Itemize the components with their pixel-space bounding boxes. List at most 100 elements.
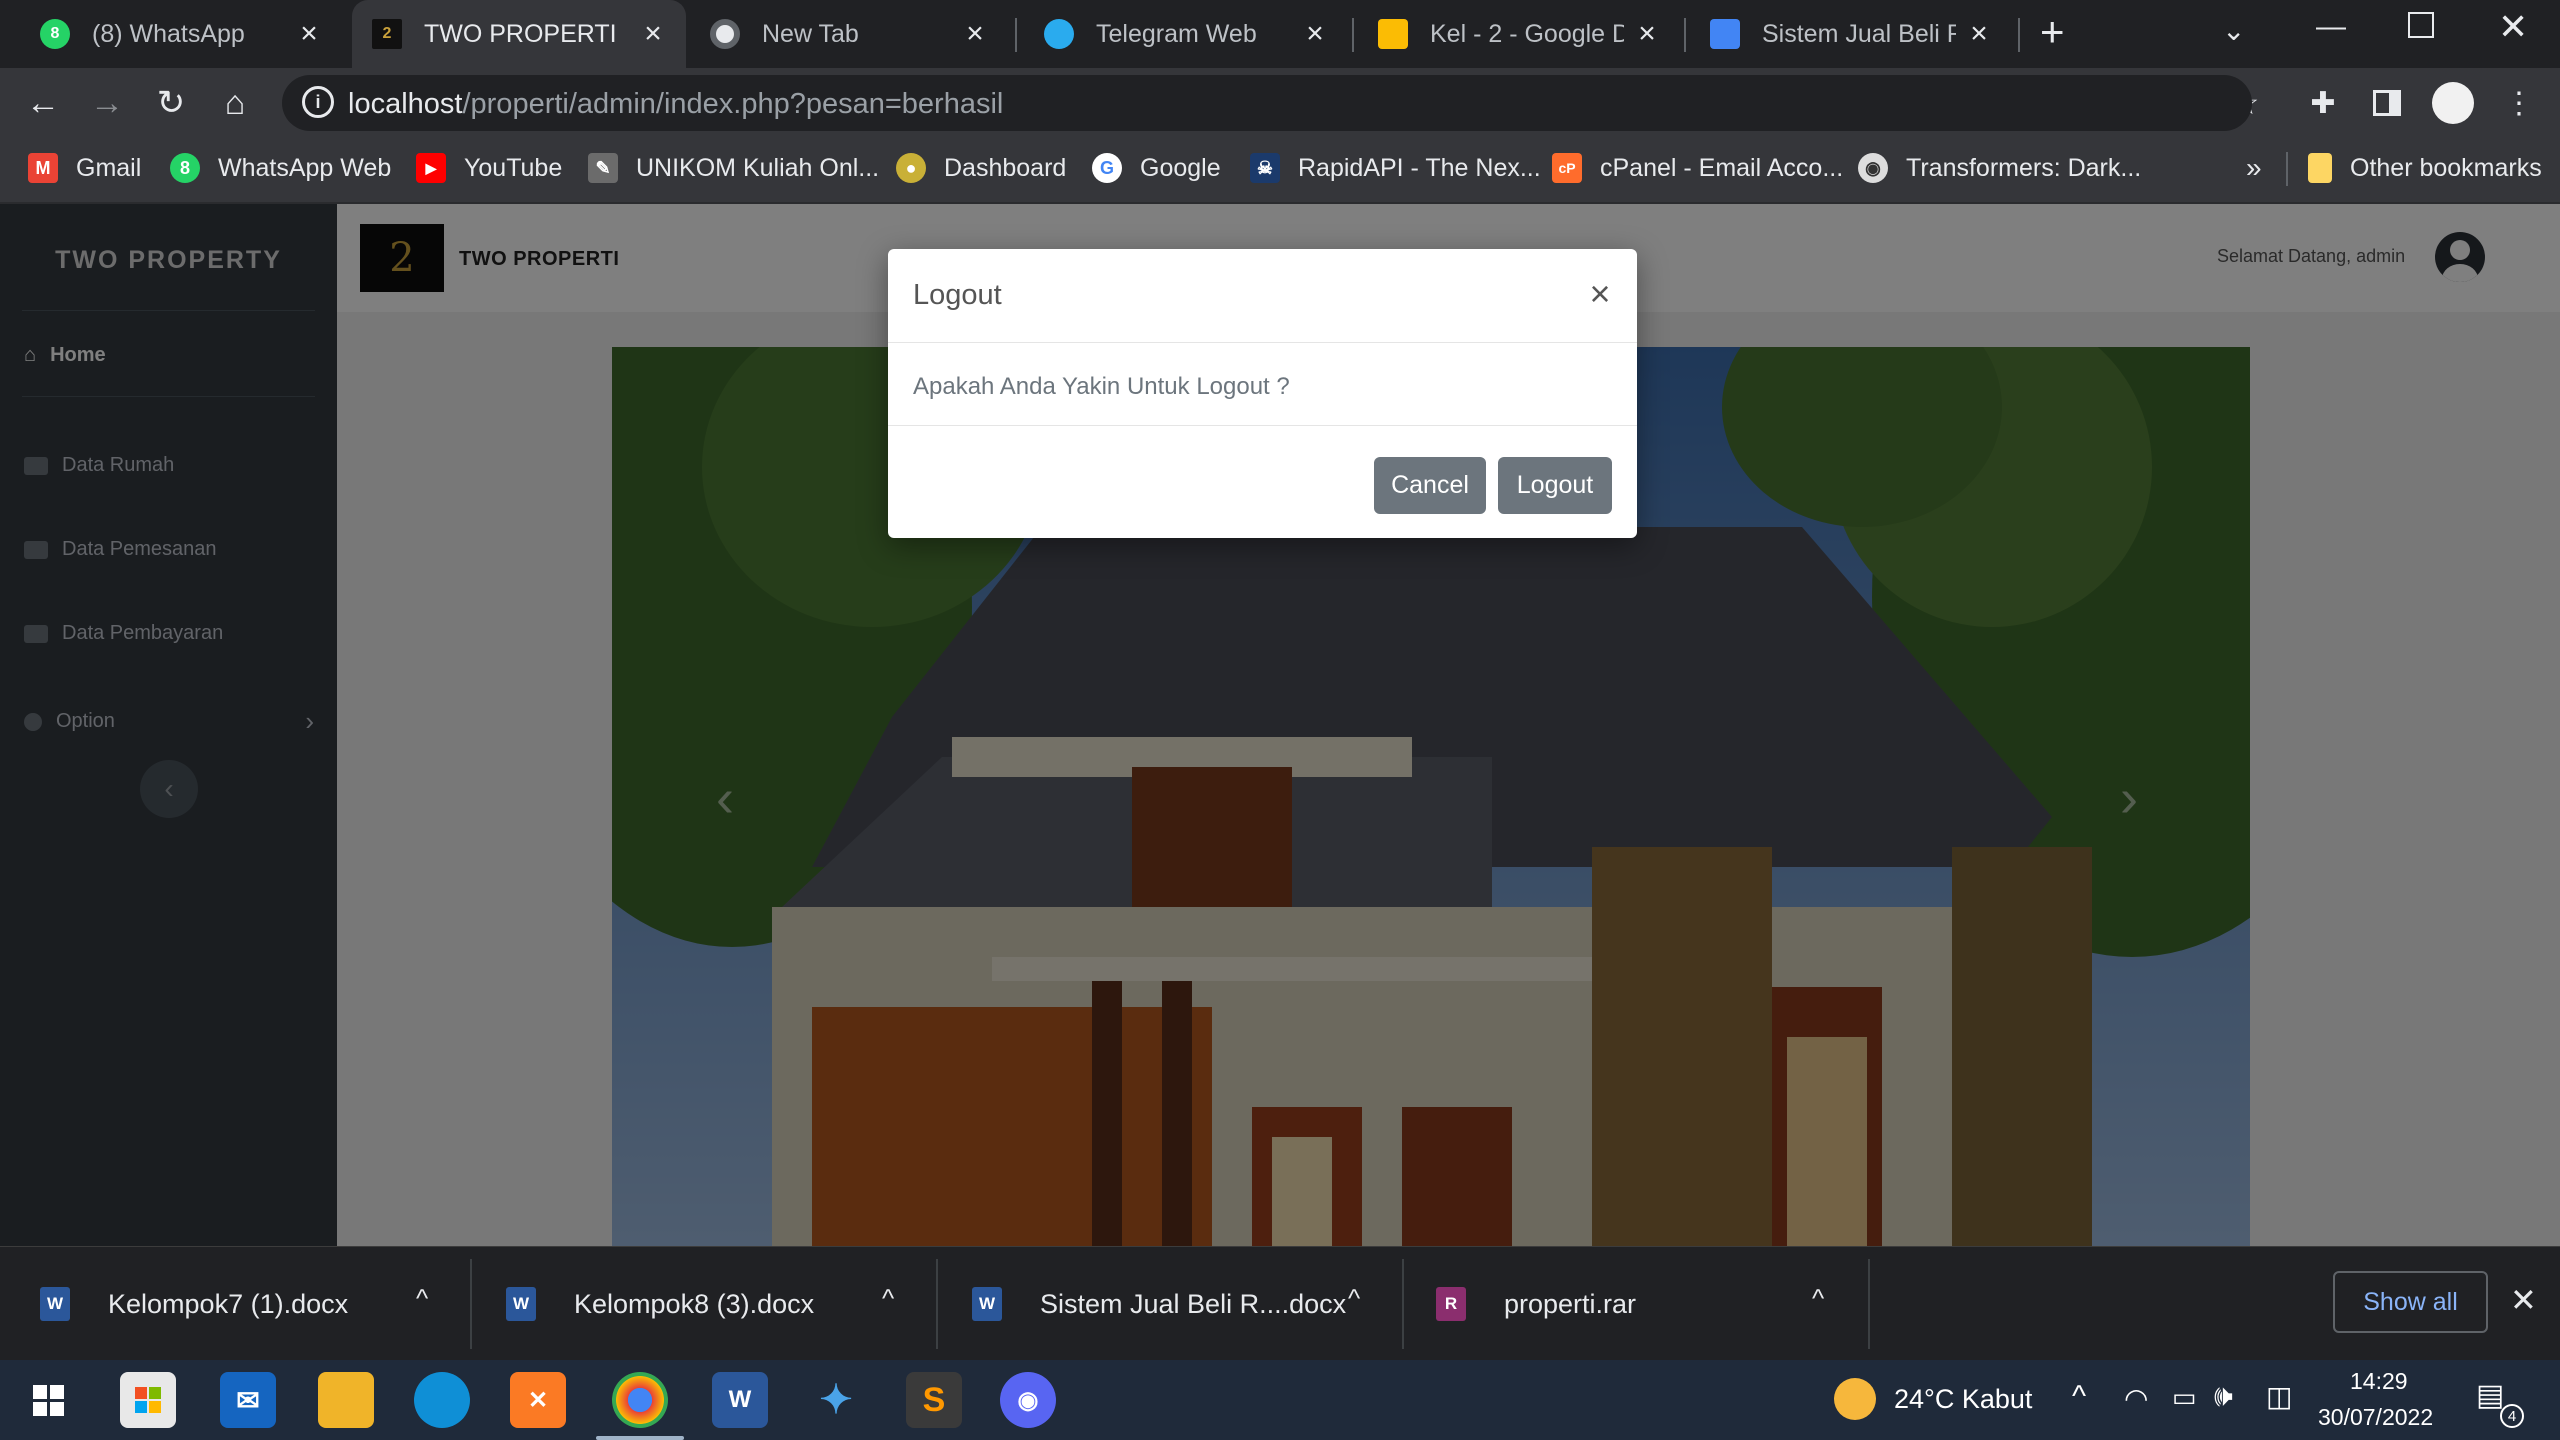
download-item[interactable]: W Kelompok7 (1).docx ^ <box>40 1247 450 1361</box>
bookmark-label: WhatsApp Web <box>218 153 392 182</box>
back-icon[interactable]: ← <box>18 78 68 128</box>
site-info-icon[interactable]: i <box>302 86 334 118</box>
rapidapi-icon: ☠ <box>1250 153 1280 183</box>
close-tab-icon[interactable]: × <box>294 17 324 51</box>
youtube-icon: ▶ <box>416 153 446 183</box>
bookmark-label: UNIKOM Kuliah Onl... <box>636 153 880 182</box>
downloads-bar: W Kelompok7 (1).docx ^ W Kelompok8 (3).d… <box>0 1246 2560 1360</box>
volume-icon[interactable]: 🕪 <box>2214 1380 2233 1414</box>
mail-icon[interactable]: ✉ <box>220 1372 276 1428</box>
download-item[interactable]: W Kelompok8 (3).docx ^ <box>506 1247 916 1361</box>
sublime-text-icon[interactable]: S <box>906 1372 962 1428</box>
unikom-icon: ✎ <box>588 153 618 183</box>
globe-icon: ◉ <box>1858 153 1888 183</box>
bookmarks-overflow-button[interactable]: » <box>2246 138 2262 198</box>
download-filename: Kelompok8 (3).docx <box>574 1288 815 1319</box>
modal-message: Apakah Anda Yakin Untuk Logout ? <box>913 373 1290 400</box>
bookmark-label: Transformers: Dark... <box>1906 153 2142 182</box>
show-all-button[interactable]: Show all <box>2333 1271 2488 1333</box>
close-tab-icon[interactable]: × <box>638 17 668 51</box>
tab-two-properti[interactable]: 2 TWO PROPERTI × <box>352 0 686 68</box>
bookmark-cpanel[interactable]: cP cPanel - Email Acco... <box>1552 138 1843 198</box>
download-separator <box>1868 1259 1870 1349</box>
telegram-icon <box>1044 19 1074 49</box>
download-separator <box>470 1259 472 1349</box>
close-downloads-icon[interactable]: ✕ <box>2510 1281 2537 1319</box>
microsoft-store-icon[interactable] <box>120 1372 176 1428</box>
word-icon[interactable]: W <box>712 1372 768 1428</box>
modal-title: Logout <box>913 279 1002 311</box>
bookmark-unikom[interactable]: ✎ UNIKOM Kuliah Onl... <box>588 138 879 198</box>
bookmark-separator <box>2286 152 2288 186</box>
restore-icon[interactable] <box>2408 12 2434 38</box>
notification-icon[interactable]: ▤ <box>2476 1378 2504 1413</box>
bookmark-label: Dashboard <box>944 153 1067 182</box>
tab-google-docs[interactable]: Sistem Jual Beli Run × <box>1690 0 2012 68</box>
tab-separator <box>1684 18 1686 52</box>
bookmark-youtube[interactable]: ▶ YouTube <box>416 138 562 198</box>
google-icon: G <box>1092 153 1122 183</box>
download-item[interactable]: R properti.rar ^ <box>1436 1247 1846 1361</box>
extensions-icon[interactable]: ✚ <box>2298 78 2348 128</box>
xampp-icon[interactable]: ✕ <box>510 1372 566 1428</box>
word-doc-icon: W <box>972 1287 1002 1321</box>
bookmark-gmail[interactable]: M Gmail <box>28 138 141 198</box>
file-explorer-icon[interactable] <box>318 1372 374 1428</box>
bookmark-transformers[interactable]: ◉ Transformers: Dark... <box>1858 138 2141 198</box>
chevron-up-icon[interactable]: ^ <box>416 1283 428 1314</box>
tab-google-drive[interactable]: Kel - 2 - Google Dri × <box>1358 0 1680 68</box>
chrome-icon <box>710 19 740 49</box>
close-tab-icon[interactable]: × <box>1964 17 1994 51</box>
profile-avatar[interactable] <box>2432 82 2474 124</box>
other-bookmarks[interactable]: Other bookmarks <box>2308 138 2542 198</box>
bookmark-label: Other bookmarks <box>2350 153 2542 182</box>
bookmark-google[interactable]: G Google <box>1092 138 1221 198</box>
bookmark-dashboard[interactable]: ● Dashboard <box>896 138 1066 198</box>
home-icon[interactable]: ⌂ <box>210 78 260 128</box>
chrome-icon[interactable] <box>612 1372 668 1428</box>
tab-telegram[interactable]: Telegram Web × <box>1024 0 1348 68</box>
side-panel-icon[interactable] <box>2362 78 2412 128</box>
discord-icon[interactable]: ◉ <box>1000 1372 1056 1428</box>
chevron-up-icon[interactable]: ^ <box>1812 1283 1824 1314</box>
close-tab-icon[interactable]: × <box>1632 17 1662 51</box>
logout-button[interactable]: Logout <box>1498 457 1612 514</box>
minimize-icon[interactable]: — <box>2316 10 2346 44</box>
battery-icon[interactable]: ▭ <box>2172 1382 2197 1413</box>
download-filename: Sistem Jual Beli R....docx <box>1040 1288 1347 1319</box>
download-filename: Kelompok7 (1).docx <box>108 1288 349 1319</box>
site-logo-icon: 2 <box>372 19 402 49</box>
edge-icon[interactable] <box>414 1372 470 1428</box>
folder-icon <box>2308 153 2332 183</box>
tab-search-icon[interactable]: ⌄ <box>2222 14 2245 47</box>
tab-new-tab[interactable]: New Tab × <box>690 0 1008 68</box>
tab-title: New Tab <box>762 19 859 48</box>
address-bar[interactable]: i localhost/properti/admin/index.php?pes… <box>282 75 2252 131</box>
close-tab-icon[interactable]: × <box>960 17 990 51</box>
cancel-button[interactable]: Cancel <box>1374 457 1486 514</box>
download-item[interactable]: W Sistem Jual Beli R....docx ^ <box>972 1247 1382 1361</box>
bookmark-rapidapi[interactable]: ☠ RapidAPI - The Nex... <box>1250 138 1541 198</box>
clock-time[interactable]: 14:29 <box>2350 1368 2408 1395</box>
dolphin-icon[interactable]: ✦ <box>808 1372 864 1428</box>
weather-icon[interactable] <box>1834 1378 1876 1420</box>
download-separator <box>1402 1259 1404 1349</box>
language-icon[interactable]: ◫ <box>2266 1380 2292 1413</box>
network-icon[interactable]: ◠ <box>2124 1382 2148 1415</box>
menu-icon[interactable]: ⋮ <box>2494 78 2544 128</box>
clock-date[interactable]: 30/07/2022 <box>2318 1404 2433 1431</box>
window-close-icon[interactable]: ✕ <box>2498 6 2528 48</box>
chevron-up-icon[interactable]: ^ <box>2072 1380 2086 1414</box>
close-tab-icon[interactable]: × <box>1300 17 1330 51</box>
chevron-up-icon[interactable]: ^ <box>882 1283 894 1314</box>
new-tab-button[interactable]: + <box>2040 8 2065 56</box>
chevron-up-icon[interactable]: ^ <box>1348 1283 1360 1314</box>
windows-start-icon[interactable] <box>20 1372 76 1428</box>
tab-title: TWO PROPERTI <box>424 19 617 48</box>
tab-whatsapp[interactable]: 8 (8) WhatsApp × <box>20 0 342 68</box>
bookmark-whatsapp-web[interactable]: 8 WhatsApp Web <box>170 138 391 198</box>
reload-icon[interactable]: ↻ <box>146 78 196 128</box>
close-icon[interactable]: × <box>1582 273 1618 315</box>
weather-text[interactable]: 24°C Kabut <box>1894 1384 2032 1415</box>
forward-icon[interactable]: → <box>82 78 132 128</box>
